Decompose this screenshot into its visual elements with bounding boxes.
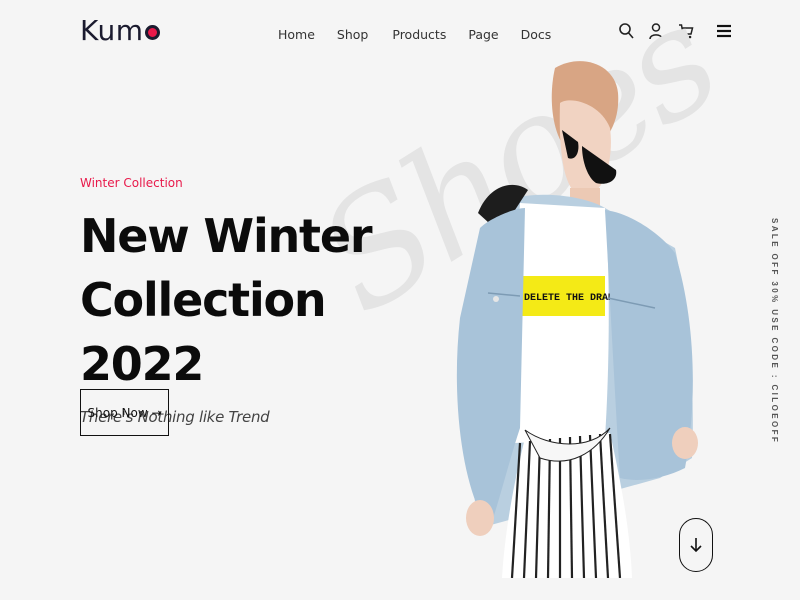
hero-title-line-1: New Winter <box>80 209 373 263</box>
hero-eyebrow: Winter Collection <box>80 176 183 190</box>
shirt-print-text: DELETE THE DRAMA <box>524 293 620 304</box>
menu-icon[interactable] <box>716 22 732 40</box>
nav-page[interactable]: Page <box>468 27 498 42</box>
promo-code-text: SALE OFF 30% USE CODE : CILOEOFF <box>770 218 779 445</box>
nav-home[interactable]: Home <box>278 27 315 42</box>
scroll-down-button[interactable] <box>679 518 713 572</box>
brand-logo[interactable]: Kum <box>80 14 160 47</box>
hero-model-image: DELETE THE DRAMA <box>456 61 698 578</box>
hero-title-line-2: Collection 2022 <box>80 273 327 391</box>
brand-logo-text: Kum <box>80 14 144 47</box>
nav-shop[interactable]: Shop <box>337 27 368 42</box>
shop-now-button[interactable]: Shop Now → <box>80 389 169 436</box>
main-nav: Home Shop Products Page Docs <box>278 27 573 42</box>
hero-title: New Winter Collection 2022 <box>80 204 410 396</box>
brand-logo-dot <box>144 25 160 40</box>
arrow-down-icon <box>690 538 702 553</box>
nav-products[interactable]: Products <box>392 27 446 42</box>
